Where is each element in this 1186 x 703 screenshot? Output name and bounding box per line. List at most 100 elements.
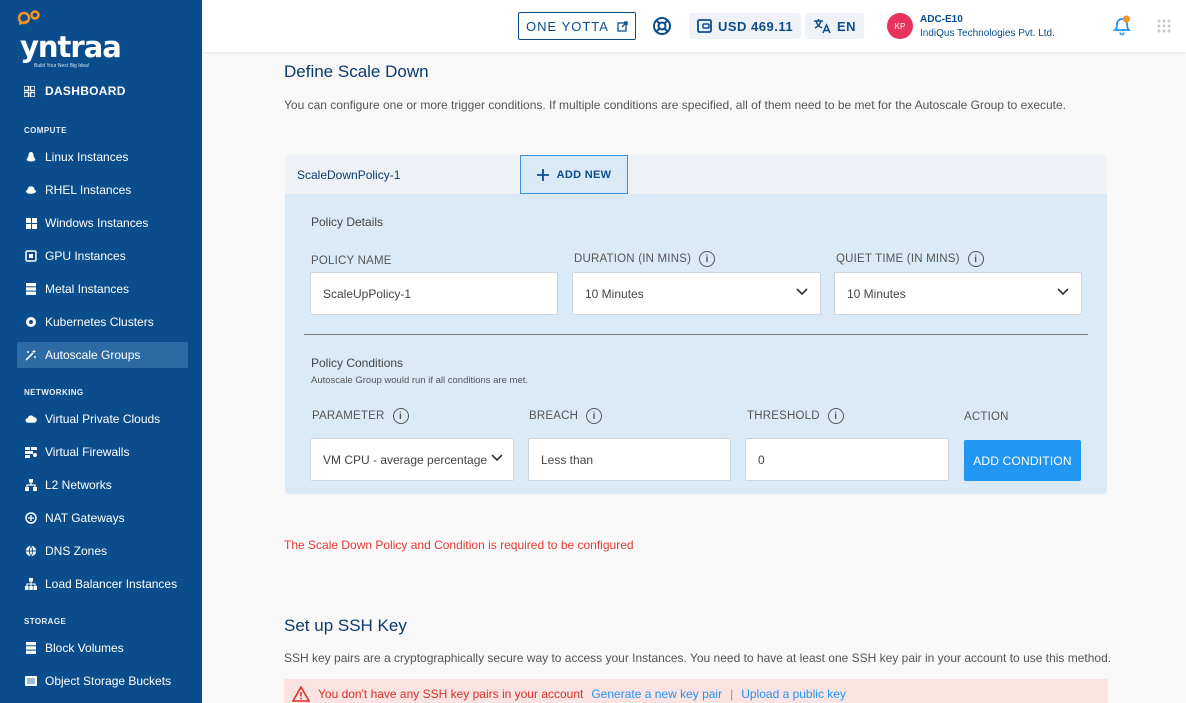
add-new-policy-button[interactable]: ADD NEW bbox=[520, 155, 628, 194]
parameter-select[interactable]: VM CPU - average percentage bbox=[310, 438, 514, 481]
policy-conditions-heading: Policy Conditions bbox=[311, 356, 404, 370]
sidebar-item-linux[interactable]: Linux Instances bbox=[17, 144, 188, 170]
duration-label: DURATION (IN MINS) i bbox=[574, 251, 716, 267]
policy-name-value: ScaleUpPolicy-1 bbox=[323, 286, 412, 301]
threshold-input[interactable]: 0 bbox=[745, 438, 949, 481]
logo-mark-icon bbox=[17, 10, 40, 25]
autoscale-icon bbox=[25, 349, 37, 361]
threshold-label: THRESHOLD i bbox=[747, 408, 844, 424]
quiet-time-label: QUIET TIME (IN MINS) i bbox=[836, 251, 984, 267]
sidebar-item-metal[interactable]: Metal Instances bbox=[17, 276, 188, 302]
block-volume-icon bbox=[25, 642, 37, 654]
translate-icon bbox=[814, 19, 831, 34]
info-icon[interactable]: i bbox=[967, 251, 984, 267]
wallet-balance[interactable]: USD 469.11 bbox=[689, 13, 802, 39]
scale-down-title: Define Scale Down bbox=[284, 62, 429, 81]
action-label-text: ACTION bbox=[964, 411, 1009, 423]
add-new-label: ADD NEW bbox=[556, 168, 612, 181]
duration-select[interactable]: 10 Minutes bbox=[572, 272, 821, 315]
threshold-value: 0 bbox=[758, 452, 765, 467]
sidebar-item-label: Autoscale Groups bbox=[45, 348, 141, 362]
chevron-down-icon bbox=[1057, 288, 1069, 296]
sidebar-item-dashboard[interactable]: DASHBOARD bbox=[24, 84, 126, 98]
chevron-down-icon bbox=[491, 454, 503, 462]
sidebar-item-object-storage[interactable]: Object Storage Buckets bbox=[17, 668, 188, 694]
info-icon[interactable]: i bbox=[586, 408, 603, 424]
one-yotta-button[interactable]: ONE YOTTA bbox=[518, 12, 636, 40]
linux-icon bbox=[25, 151, 37, 163]
sidebar-item-label: Virtual Firewalls bbox=[45, 445, 130, 459]
logo[interactable]: yntraa Build Your Next Big Idea! bbox=[16, 10, 126, 69]
windows-icon bbox=[25, 217, 37, 229]
sidebar-item-label: Block Volumes bbox=[45, 641, 124, 655]
upload-key-link[interactable]: Upload a public key bbox=[741, 687, 846, 701]
add-condition-button[interactable]: ADD CONDITION bbox=[964, 440, 1081, 481]
policy-panel: Policy Details POLICY NAME DURATION (IN … bbox=[285, 194, 1107, 494]
breach-value: Less than bbox=[541, 452, 594, 467]
sidebar-item-vpc[interactable]: Virtual Private Clouds bbox=[17, 406, 188, 432]
help-lifebuoy-icon[interactable] bbox=[652, 16, 672, 36]
section-networking: NETWORKING bbox=[24, 388, 84, 397]
action-label: ACTION bbox=[964, 411, 1009, 423]
sidebar-item-gpu[interactable]: GPU Instances bbox=[17, 243, 188, 269]
policy-name-input[interactable]: ScaleUpPolicy-1 bbox=[310, 272, 558, 315]
info-icon[interactable]: i bbox=[392, 408, 409, 424]
cloud-icon bbox=[25, 413, 37, 425]
parameter-label-text: PARAMETER bbox=[312, 410, 385, 422]
divider bbox=[304, 334, 1088, 335]
top-bar: ONE YOTTA USD 469.11 EN KP ADC-E10 IndiQ… bbox=[202, 0, 1186, 52]
sidebar-item-kubernetes[interactable]: Kubernetes Clusters bbox=[17, 309, 188, 335]
nat-gateway-icon bbox=[25, 512, 37, 524]
policy-tabs: ScaleDownPolicy-1 ADD NEW bbox=[285, 155, 1107, 194]
sidebar-item-autoscale[interactable]: Autoscale Groups bbox=[17, 342, 188, 368]
brand-name: yntraa bbox=[20, 30, 122, 64]
sidebar-item-block-volumes[interactable]: Block Volumes bbox=[17, 635, 188, 661]
scale-down-description: You can configure one or more trigger co… bbox=[284, 98, 1067, 112]
account-id: ADC-E10 bbox=[920, 14, 963, 25]
sidebar-item-label: Kubernetes Clusters bbox=[45, 315, 154, 329]
validation-error: The Scale Down Policy and Condition is r… bbox=[284, 538, 634, 552]
policy-name-label-text: POLICY NAME bbox=[311, 255, 392, 267]
section-compute: COMPUTE bbox=[24, 126, 67, 135]
quiet-time-select[interactable]: 10 Minutes bbox=[834, 272, 1082, 315]
language-selector[interactable]: EN bbox=[805, 13, 865, 39]
company-name: IndiQus Technologies Pvt. Ltd. bbox=[920, 28, 1055, 39]
sidebar-item-windows[interactable]: Windows Instances bbox=[17, 210, 188, 236]
policy-details-heading: Policy Details bbox=[311, 215, 384, 229]
tab-scale-down-policy-1[interactable]: ScaleDownPolicy-1 bbox=[297, 168, 400, 182]
network-icon bbox=[25, 479, 37, 491]
dashboard-icon bbox=[24, 85, 35, 97]
firewall-icon bbox=[25, 446, 37, 458]
rhel-icon bbox=[25, 184, 37, 196]
ssh-description: SSH key pairs are a cryptographically se… bbox=[284, 651, 1112, 665]
sidebar-item-label: Load Balancer Instances bbox=[45, 577, 178, 591]
sidebar-item-rhel[interactable]: RHEL Instances bbox=[17, 177, 188, 203]
sidebar-item-nat[interactable]: NAT Gateways bbox=[17, 505, 188, 531]
sidebar-item-label: Metal Instances bbox=[45, 282, 130, 296]
one-yotta-label: ONE YOTTA bbox=[526, 18, 609, 34]
apps-grid-icon[interactable] bbox=[1157, 19, 1171, 33]
sidebar-item-dns[interactable]: DNS Zones bbox=[17, 538, 188, 564]
breach-label-text: BREACH bbox=[529, 410, 579, 422]
avatar[interactable]: KP bbox=[887, 13, 913, 39]
sidebar-item-l2[interactable]: L2 Networks bbox=[17, 472, 188, 498]
sidebar-item-label: Windows Instances bbox=[45, 216, 149, 230]
sidebar-item-loadbalancer[interactable]: Load Balancer Instances bbox=[17, 571, 188, 597]
notification-bell-icon[interactable] bbox=[1112, 14, 1132, 36]
sidebar-item-label: Virtual Private Clouds bbox=[45, 412, 161, 426]
generate-key-link[interactable]: Generate a new key pair bbox=[591, 687, 722, 701]
load-balancer-icon bbox=[25, 578, 37, 590]
quiet-time-value: 10 Minutes bbox=[847, 286, 906, 301]
info-icon[interactable]: i bbox=[827, 408, 844, 424]
sidebar-item-label: Linux Instances bbox=[45, 150, 129, 164]
breach-select[interactable]: Less than bbox=[528, 438, 731, 481]
ssh-alert-message: You don't have any SSH key pairs in your… bbox=[318, 687, 584, 701]
info-icon[interactable]: i bbox=[699, 251, 716, 267]
brand-tagline: Build Your Next Big Idea! bbox=[34, 63, 90, 69]
sidebar-item-firewalls[interactable]: Virtual Firewalls bbox=[17, 439, 188, 465]
language-label: EN bbox=[837, 18, 857, 34]
breach-label: BREACH i bbox=[529, 408, 603, 424]
sidebar-item-label: GPU Instances bbox=[45, 249, 126, 263]
parameter-value: VM CPU - average percentage bbox=[323, 452, 488, 467]
globe-icon bbox=[25, 545, 37, 557]
